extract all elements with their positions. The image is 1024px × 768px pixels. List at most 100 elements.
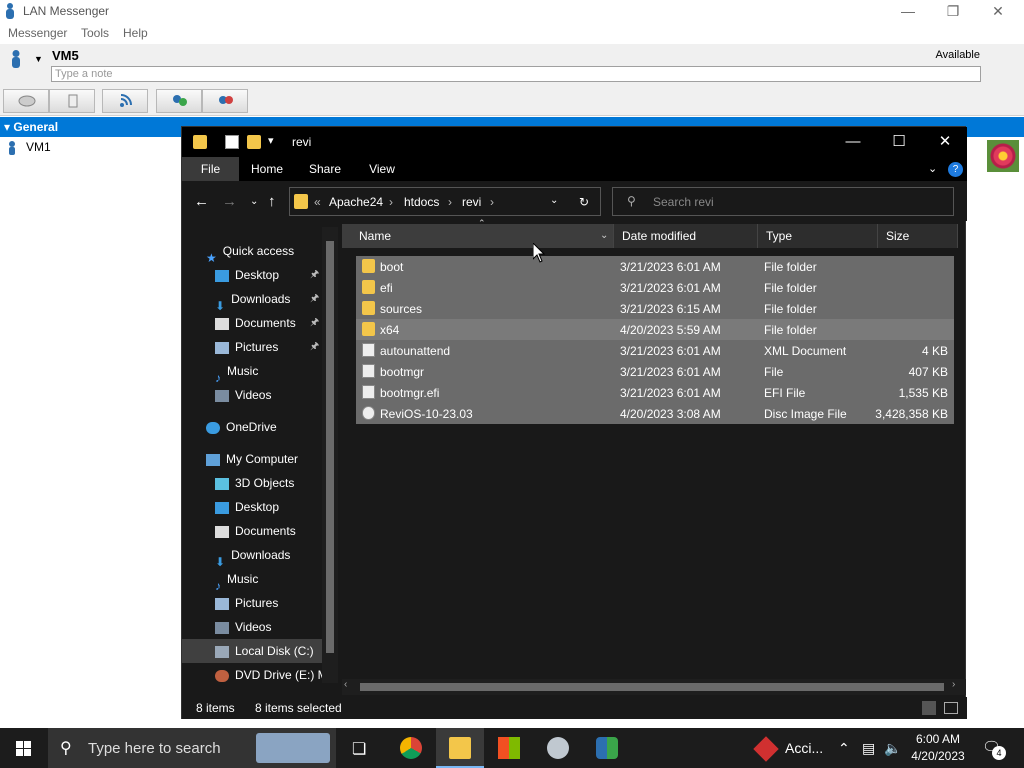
file-row-bootmgr[interactable]: bootmgr 3/21/2023 6:01 AM File 407 KB — [356, 361, 954, 382]
mouse-cursor-icon — [533, 243, 545, 263]
avatar[interactable] — [987, 140, 1019, 172]
tab-file[interactable]: File — [182, 157, 239, 181]
file-row-autounattend[interactable]: autounattend 3/21/2023 6:01 AM XML Documen… — [356, 340, 954, 361]
forward-button[interactable]: → — [222, 193, 237, 210]
chevron-down-icon[interactable]: ▼ — [34, 54, 43, 64]
close-button[interactable]: ✕ — [975, 0, 1021, 22]
task-view-button[interactable]: ❏ — [338, 728, 386, 768]
pin-icon[interactable]: 🖈 — [310, 263, 319, 287]
user-status[interactable]: Available — [936, 49, 980, 61]
file-row-efi[interactable]: efi 3/21/2023 6:01 AM File folder — [356, 277, 954, 298]
tray-app[interactable]: Acci... — [753, 728, 823, 768]
file-row-sources[interactable]: sources 3/21/2023 6:15 AM File folder — [356, 298, 954, 319]
nav-local-disk[interactable]: Local Disk (C:) — [182, 639, 322, 663]
breadcrumb-apache24[interactable]: Apache24 — [329, 195, 383, 209]
large-icons-view-icon[interactable] — [944, 702, 958, 714]
restore-button[interactable]: ❐ — [930, 0, 976, 22]
search-input[interactable]: Search revi — [653, 195, 714, 209]
chat-button[interactable] — [3, 89, 49, 113]
nav-pc-videos[interactable]: Videos — [215, 615, 271, 639]
taskbar-search[interactable]: ⚲ Type here to search — [48, 728, 336, 768]
file-row-boot[interactable]: boot 3/21/2023 6:01 AM File folder — [356, 256, 954, 277]
address-dropdown-icon[interactable]: ⌄ — [550, 195, 558, 206]
breadcrumb-overflow[interactable]: « — [314, 195, 321, 209]
menu-tools[interactable]: Tools — [81, 26, 109, 40]
properties-icon[interactable] — [225, 135, 239, 149]
expand-ribbon-icon[interactable]: ⌄ — [928, 162, 937, 175]
minimize-button[interactable]: — — [885, 0, 931, 22]
pin-icon[interactable]: 🖈 — [310, 311, 319, 335]
pin-icon[interactable]: 🖈 — [310, 287, 319, 311]
nav-pc-desktop[interactable]: Desktop — [215, 495, 279, 519]
nav-my-computer[interactable]: My Computer — [206, 447, 298, 471]
explorer-minimize-button[interactable]: — — [830, 127, 876, 157]
taskbar-search-input[interactable]: Type here to search — [88, 740, 221, 757]
up-button[interactable]: ↑ — [268, 193, 276, 210]
note-input[interactable]: Type a note — [51, 66, 981, 82]
start-button[interactable] — [0, 728, 48, 768]
file-row-x64[interactable]: x64 4/20/2023 5:59 AM File folder — [356, 319, 954, 340]
address-bar[interactable]: « Apache24 › htdocs › revi › ⌄ ↻ — [289, 187, 601, 216]
contact-vm1[interactable]: VM1 — [8, 140, 51, 156]
scroll-left-icon[interactable]: ‹ — [344, 679, 347, 690]
taskbar-store[interactable] — [485, 728, 533, 768]
contacts-button[interactable] — [202, 89, 248, 113]
details-view-icon[interactable] — [922, 701, 936, 715]
explorer-maximize-button[interactable]: ☐ — [876, 127, 922, 157]
broadcast-button[interactable] — [102, 89, 148, 113]
search-box[interactable]: ⚲ Search revi — [612, 187, 954, 216]
file-transfer-button[interactable] — [49, 89, 95, 113]
task-view-icon: ❏ — [352, 741, 367, 758]
chevron-up-icon[interactable]: ⌃ — [838, 728, 850, 768]
tab-home[interactable]: Home — [242, 157, 292, 181]
nav-pc-pictures[interactable]: Pictures — [215, 591, 278, 615]
column-type[interactable]: Type — [758, 224, 878, 248]
search-highlight-icon[interactable] — [256, 733, 330, 763]
computer-icon — [206, 453, 220, 466]
network-icon[interactable]: ▤ — [862, 728, 875, 768]
add-contact-button[interactable] — [156, 89, 202, 113]
breadcrumb-revi[interactable]: revi — [462, 195, 481, 209]
nav-quick-access[interactable]: ★ Quick access — [206, 239, 294, 265]
nav-music[interactable]: ♪ Music — [215, 359, 258, 385]
pin-icon[interactable]: 🖈 — [310, 335, 319, 359]
file-type: File folder — [764, 260, 817, 274]
system-clock[interactable]: 6:00 AM 4/20/2023 — [900, 731, 976, 765]
back-button[interactable]: ← — [194, 193, 209, 210]
nav-pc-music[interactable]: ♪ Music — [215, 567, 258, 593]
nav-pc-documents[interactable]: Documents — [215, 519, 296, 543]
scroll-right-icon[interactable]: › — [952, 679, 955, 690]
column-size[interactable]: Size — [878, 224, 958, 248]
horizontal-scrollbar[interactable]: ‹ › — [342, 679, 966, 695]
file-row-bootmgr-efi[interactable]: bootmgr.efi 3/21/2023 6:01 AM EFI File 1,53… — [356, 382, 954, 403]
menu-help[interactable]: Help — [123, 26, 148, 40]
taskbar-chrome[interactable] — [387, 728, 435, 768]
menu-messenger[interactable]: Messenger — [8, 26, 67, 40]
explorer-close-button[interactable]: ✕ — [922, 127, 968, 157]
breadcrumb-htdocs[interactable]: htdocs — [404, 195, 439, 209]
file-row-revios[interactable]: ReviOS-10-23.03 4/20/2023 3:08 AM Disc Ima… — [356, 403, 954, 424]
nav-videos[interactable]: Videos — [215, 383, 271, 407]
horizontal-scroll-thumb[interactable] — [360, 683, 944, 691]
nav-onedrive[interactable]: OneDrive — [206, 415, 277, 439]
tab-view[interactable]: View — [357, 157, 407, 181]
nav-scroll-thumb[interactable] — [326, 241, 334, 653]
quick-access-dropdown-icon[interactable]: ▾ — [268, 134, 274, 147]
taskbar-file-explorer[interactable] — [436, 728, 484, 768]
column-date-modified[interactable]: Date modified — [614, 224, 758, 248]
new-folder-icon[interactable] — [247, 135, 261, 149]
nav-3d-objects[interactable]: 3D Objects — [215, 471, 294, 495]
user-status-icon[interactable] — [10, 50, 22, 68]
nav-dvd-drive[interactable]: DVD Drive (E:) M — [215, 663, 328, 687]
column-filter-icon[interactable]: ⌄ — [600, 224, 608, 248]
help-icon[interactable]: ? — [948, 162, 963, 177]
refresh-icon[interactable]: ↻ — [579, 195, 589, 209]
taskbar-lan-messenger[interactable] — [583, 728, 631, 768]
volume-icon[interactable]: 🔈 — [884, 728, 901, 768]
nav-scrollbar[interactable] — [322, 227, 338, 683]
notification-button[interactable]: 🗨 4 — [982, 738, 1006, 760]
tab-share[interactable]: Share — [300, 157, 350, 181]
taskbar-steam[interactable] — [534, 728, 582, 768]
nav-pc-downloads[interactable]: ⬇ Downloads — [215, 543, 290, 569]
recent-locations-icon[interactable]: ⌄ — [250, 196, 258, 207]
